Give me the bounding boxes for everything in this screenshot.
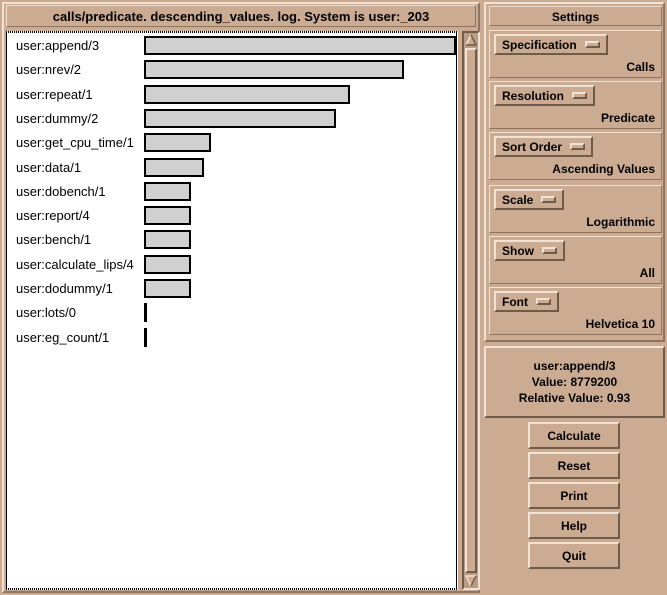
selection-info-panel: user:append/3 Value: 8779200 Relative Va… — [484, 346, 665, 418]
sort-order-label: Sort Order — [502, 140, 562, 154]
help-button[interactable]: Help — [528, 512, 620, 539]
bar[interactable] — [144, 206, 191, 225]
bar-row[interactable]: user:eg_count/1 — [8, 327, 456, 351]
option-menu-indicator-icon — [585, 41, 600, 48]
chart-vertical-scrollbar[interactable] — [462, 31, 480, 590]
control-column: Settings Specification Calls Resolution … — [484, 2, 665, 593]
option-menu-indicator-icon — [572, 92, 587, 99]
bar-label: user:repeat/1 — [16, 86, 93, 104]
bar-row[interactable]: user:dodummy/1 — [8, 278, 456, 302]
sort-order-option-menu[interactable]: Sort Order — [494, 136, 593, 157]
quit-button[interactable]: Quit — [528, 542, 620, 569]
bar-label: user:calculate_lips/4 — [16, 256, 134, 274]
show-value: All — [640, 266, 655, 280]
graph-window: calls/predicate. descending_values. log.… — [2, 2, 480, 593]
option-group-font: Font Helvetica 10 — [489, 287, 662, 335]
bar[interactable] — [144, 230, 191, 249]
scrollbar-thumb[interactable] — [465, 48, 477, 573]
font-value: Helvetica 10 — [586, 317, 655, 331]
scroll-down-arrow[interactable] — [465, 575, 477, 587]
bar[interactable] — [144, 85, 350, 104]
resolution-option-menu[interactable]: Resolution — [494, 85, 595, 106]
print-button[interactable]: Print — [528, 482, 620, 509]
settings-title: Settings — [489, 6, 662, 26]
bar-row[interactable]: user:repeat/1 — [8, 84, 456, 108]
bar[interactable] — [144, 133, 211, 152]
bar-label: user:dummy/2 — [16, 110, 98, 128]
bar-label: user:lots/0 — [16, 304, 76, 322]
resolution-value: Predicate — [601, 111, 655, 125]
scale-label: Scale — [502, 193, 533, 207]
specification-label: Specification — [502, 38, 577, 52]
bar-label: user:report/4 — [16, 207, 90, 225]
option-group-specification: Specification Calls — [489, 30, 662, 78]
bar-label: user:dodummy/1 — [16, 280, 113, 298]
scale-option-menu[interactable]: Scale — [494, 189, 564, 210]
bar-label: user:nrev/2 — [16, 61, 81, 79]
bar[interactable] — [144, 109, 336, 128]
option-group-show: Show All — [489, 236, 662, 284]
specification-option-menu[interactable]: Specification — [494, 34, 608, 55]
option-group-scale: Scale Logarithmic — [489, 185, 662, 233]
bar[interactable] — [144, 158, 204, 177]
bar-row[interactable]: user:calculate_lips/4 — [8, 254, 456, 278]
bar-row[interactable]: user:data/1 — [8, 157, 456, 181]
scroll-up-arrow[interactable] — [465, 34, 477, 46]
graph-title-bar: calls/predicate. descending_values. log.… — [6, 5, 476, 27]
info-relative-value: Relative Value: 0.93 — [519, 391, 630, 405]
option-group-resolution: Resolution Predicate — [489, 81, 662, 129]
bar-row[interactable]: user:bench/1 — [8, 229, 456, 253]
bar[interactable] — [144, 60, 404, 79]
show-label: Show — [502, 244, 534, 258]
bar-label: user:dobench/1 — [16, 183, 106, 201]
action-button-column: Calculate Reset Print Help Quit — [528, 422, 620, 572]
info-value: Value: 8779200 — [532, 375, 617, 389]
bar-label: user:bench/1 — [16, 231, 91, 249]
option-menu-indicator-icon — [536, 298, 551, 305]
bar-row[interactable]: user:report/4 — [8, 205, 456, 229]
bar[interactable] — [144, 328, 147, 347]
scale-value: Logarithmic — [586, 215, 655, 229]
sort-order-value: Ascending Values — [552, 162, 655, 176]
bar-row[interactable]: user:dummy/2 — [8, 108, 456, 132]
option-group-sort-order: Sort Order Ascending Values — [489, 132, 662, 180]
resolution-label: Resolution — [502, 89, 564, 103]
bar[interactable] — [144, 36, 456, 55]
bar[interactable] — [144, 255, 191, 274]
bar-label: user:data/1 — [16, 159, 81, 177]
show-option-menu[interactable]: Show — [494, 240, 565, 261]
info-predicate-name: user:append/3 — [533, 359, 615, 373]
bar-chart-plot: user:append/3 user:nrev/2 user:repeat/1 use… — [8, 33, 456, 588]
application-window: calls/predicate. descending_values. log.… — [0, 0, 667, 595]
option-menu-indicator-icon — [570, 143, 585, 150]
calculate-button[interactable]: Calculate — [528, 422, 620, 449]
bar-row[interactable]: user:lots/0 — [8, 302, 456, 326]
bar[interactable] — [144, 303, 147, 322]
option-menu-indicator-icon — [542, 247, 557, 254]
settings-panel: Settings Specification Calls Resolution … — [484, 2, 665, 342]
font-label: Font — [502, 295, 528, 309]
bar-row[interactable]: user:get_cpu_time/1 — [8, 132, 456, 156]
bar[interactable] — [144, 279, 191, 298]
bar[interactable] — [144, 182, 191, 201]
bar-row[interactable]: user:dobench/1 — [8, 181, 456, 205]
bar-label: user:eg_count/1 — [16, 329, 109, 347]
bar-row[interactable]: user:nrev/2 — [8, 59, 456, 83]
reset-button[interactable]: Reset — [528, 452, 620, 479]
bar-row[interactable]: user:append/3 — [8, 35, 456, 59]
bar-label: user:append/3 — [16, 37, 99, 55]
chart-canvas[interactable]: user:append/3 user:nrev/2 user:repeat/1 use… — [6, 31, 458, 590]
option-menu-indicator-icon — [541, 196, 556, 203]
font-option-menu[interactable]: Font — [494, 291, 559, 312]
bar-label: user:get_cpu_time/1 — [16, 134, 134, 152]
specification-value: Calls — [626, 60, 655, 74]
